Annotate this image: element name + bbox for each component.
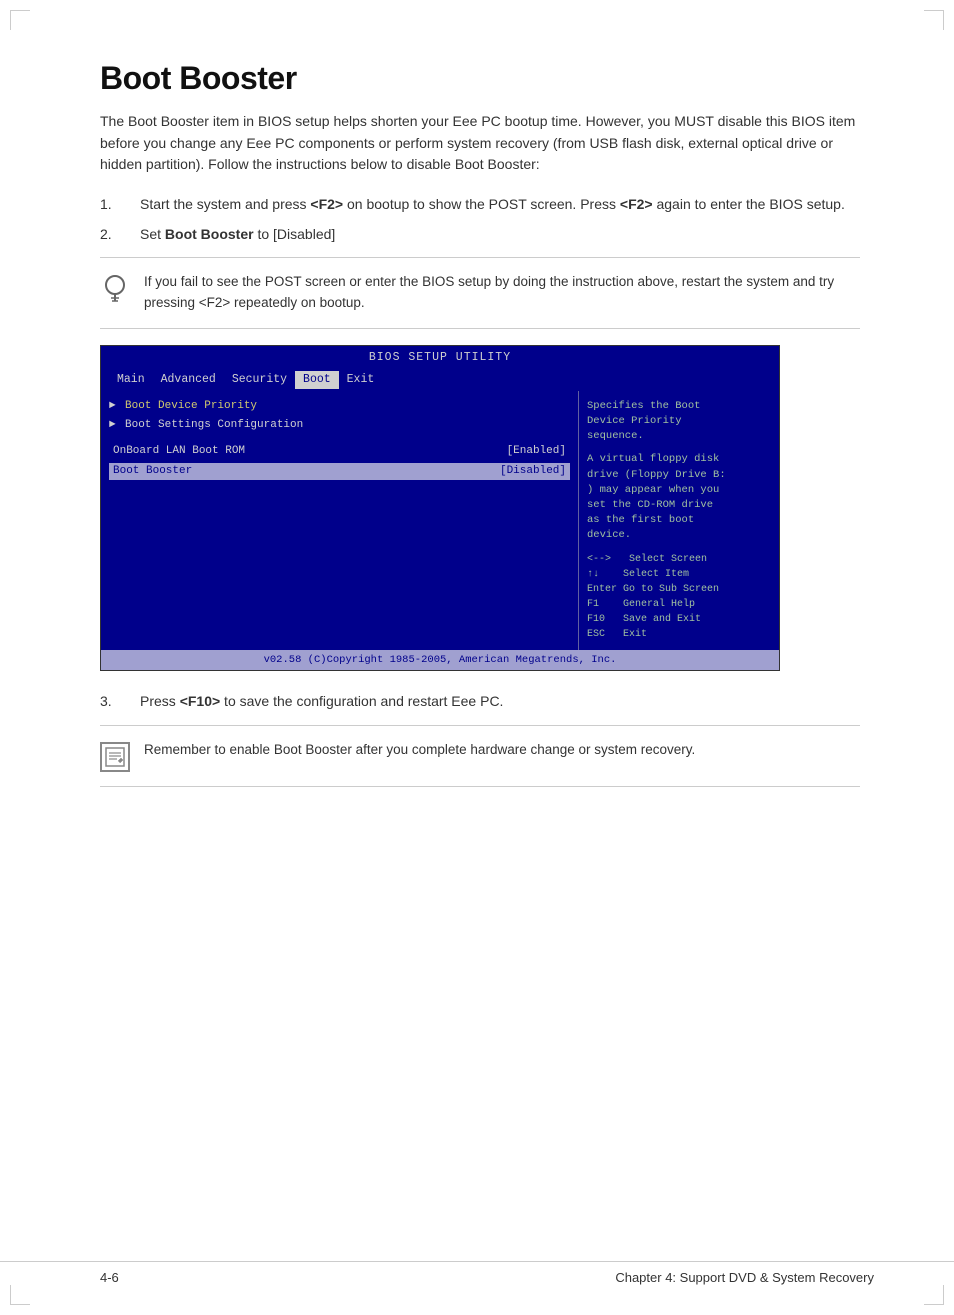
bios-menu-boot: Boot	[295, 371, 339, 389]
page-footer: 4-6 Chapter 4: Support DVD & System Reco…	[0, 1261, 954, 1285]
bios-setting-lan-name: OnBoard LAN Boot ROM	[113, 444, 245, 459]
bios-menu-main: Main	[109, 371, 153, 389]
note-box: Remember to enable Boot Booster after yo…	[100, 725, 860, 787]
bios-right-desc: Specifies the BootDevice Prioritysequenc…	[587, 399, 771, 445]
bios-menubar: Main Advanced Security Boot Exit	[101, 369, 779, 391]
bios-setting-booster-value: [Disabled]	[500, 464, 566, 479]
step-2: 2. Set Boot Booster to [Disabled]	[100, 224, 860, 246]
tip-text: If you fail to see the POST screen or en…	[144, 272, 860, 314]
steps-list: 1. Start the system and press <F2> on bo…	[100, 194, 874, 245]
bios-setting-booster: Boot Booster [Disabled]	[109, 463, 570, 480]
step-2-number: 2.	[100, 224, 120, 246]
step-3: 3. Press <F10> to save the configuration…	[100, 691, 860, 713]
bios-titlebar: BIOS SETUP UTILITY	[101, 346, 779, 368]
tip-box: If you fail to see the POST screen or en…	[100, 257, 860, 329]
corner-top-left	[10, 10, 30, 30]
corner-bottom-right	[924, 1285, 944, 1305]
step-1: 1. Start the system and press <F2> on bo…	[100, 194, 860, 216]
bios-item-2-label: Boot Settings Configuration	[125, 418, 303, 433]
bios-right-panel: Specifies the BootDevice Prioritysequenc…	[579, 391, 779, 650]
step-2-text: Set Boot Booster to [Disabled]	[140, 224, 860, 246]
bios-menu-security: Security	[224, 371, 295, 389]
bios-setting-booster-name: Boot Booster	[113, 464, 192, 479]
footer-left: 4-6	[100, 1270, 119, 1285]
note-text: Remember to enable Boot Booster after yo…	[144, 740, 695, 761]
bios-setting-lan: OnBoard LAN Boot ROM [Enabled]	[109, 443, 570, 460]
step-1-text: Start the system and press <F2> on bootu…	[140, 194, 860, 216]
bios-body: ► Boot Device Priority ► Boot Settings C…	[101, 391, 779, 650]
page-title: Boot Booster	[100, 60, 874, 97]
bios-right-note: A virtual floppy diskdrive (Floppy Drive…	[587, 452, 771, 543]
step-3-text: Press <F10> to save the configuration an…	[140, 691, 860, 713]
note-icon	[100, 742, 130, 772]
bios-menu-advanced: Advanced	[153, 371, 224, 389]
bios-setting-lan-value: [Enabled]	[507, 444, 566, 459]
bios-left-panel: ► Boot Device Priority ► Boot Settings C…	[101, 391, 579, 650]
bios-screenshot: BIOS SETUP UTILITY Main Advanced Securit…	[100, 345, 780, 671]
intro-text: The Boot Booster item in BIOS setup help…	[100, 111, 860, 176]
footer-right: Chapter 4: Support DVD & System Recovery	[615, 1270, 874, 1285]
corner-bottom-left	[10, 1285, 30, 1305]
step-3-number: 3.	[100, 691, 120, 713]
steps-list-2: 3. Press <F10> to save the configuration…	[100, 691, 874, 713]
bios-item-2-arrow: ►	[109, 418, 121, 433]
bios-item-1-label: Boot Device Priority	[125, 399, 257, 414]
step-1-number: 1.	[100, 194, 120, 216]
bios-keys: <--> Select Screen ↑↓ Select Item Enter …	[587, 552, 771, 642]
tip-icon	[100, 274, 130, 314]
bios-item-1: ► Boot Device Priority	[109, 399, 570, 414]
bios-item-1-arrow: ►	[109, 399, 121, 414]
bios-footer: v02.58 (C)Copyright 1985-2005, American …	[101, 650, 779, 671]
bios-item-2: ► Boot Settings Configuration	[109, 418, 570, 433]
corner-top-right	[924, 10, 944, 30]
bios-menu-exit: Exit	[339, 371, 383, 389]
